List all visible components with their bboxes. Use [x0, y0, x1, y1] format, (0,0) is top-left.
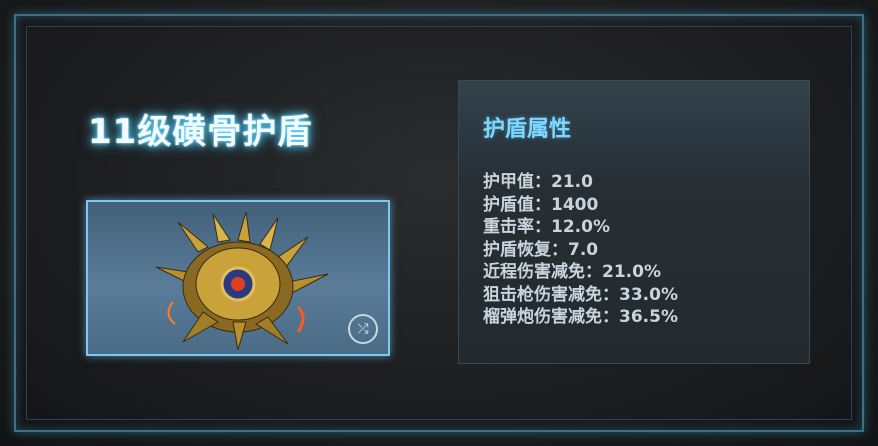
stat-melee-reduction: 近程伤害减免：21.0% — [483, 262, 661, 282]
attribute-panel-title: 护盾属性 — [483, 117, 572, 142]
stat-list: 护甲值：21.0 护盾值：1400 重击率：12.0% 护盾恢复：7.0 近程伤… — [483, 171, 678, 329]
swap-refresh-icon[interactable]: ⤮ — [348, 314, 378, 344]
stat-shield: 护盾值：1400 — [483, 194, 599, 215]
item-title: 11级磺骨护盾 — [88, 112, 313, 152]
stat-armor: 护甲值：21.0 — [483, 172, 593, 192]
attribute-panel: 护盾属性 护甲值：21.0 护盾值：1400 重击率：12.0% 护盾恢复：7.… — [458, 80, 810, 364]
stat-shield-regen: 护盾恢复：7.0 — [483, 239, 599, 260]
item-detail-window: 11级磺骨护盾 ⤮ 护盾属性 护甲值：21.0 护盾值：1400 重击率：12.… — [0, 0, 878, 446]
shield-armor-icon — [155, 212, 329, 351]
item-preview[interactable]: ⤮ — [86, 200, 390, 356]
stat-crit-rate: 重击率：12.0% — [483, 217, 610, 237]
stat-grenade-reduction: 榴弹炮伤害减免：36.5% — [483, 307, 678, 327]
stat-sniper-reduction: 狙击枪伤害减免：33.0% — [483, 284, 678, 305]
